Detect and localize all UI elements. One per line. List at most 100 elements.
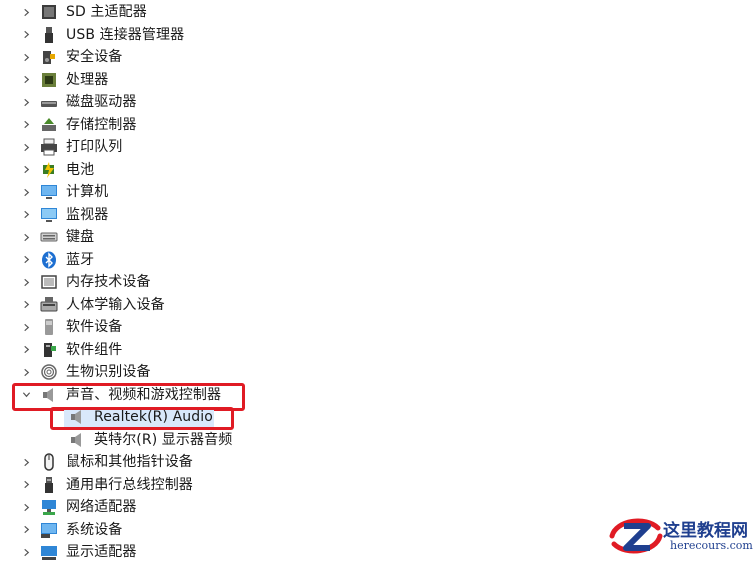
chevron-right-icon[interactable] xyxy=(20,294,32,316)
chevron-right-icon[interactable] xyxy=(20,46,32,68)
tree-item-label: 电池 xyxy=(66,161,95,178)
tree-item-label: 处理器 xyxy=(66,71,109,88)
tree-item-label: 显示适配器 xyxy=(66,544,137,560)
memory-icon xyxy=(40,273,58,291)
display-adapter-icon xyxy=(40,543,58,561)
storage-controller-icon xyxy=(40,116,58,134)
chevron-right-icon[interactable] xyxy=(20,24,32,46)
tree-item-label: 内存技术设备 xyxy=(66,274,151,290)
tree-item[interactable]: SD 主适配器 xyxy=(0,1,740,23)
tree-item-label: 人体学输入设备 xyxy=(66,296,165,313)
tree-item[interactable]: 软件组件 xyxy=(0,339,740,361)
chevron-right-icon[interactable] xyxy=(20,519,32,541)
tree-item-label: 英特尔(R) 显示器音频 xyxy=(94,431,233,448)
tree-item-label: 网络适配器 xyxy=(66,499,137,515)
watermark-subtitle: herecours.com xyxy=(670,539,753,552)
keyboard-icon xyxy=(40,228,58,246)
tree-item[interactable]: 存储控制器 xyxy=(0,114,740,136)
speaker-icon xyxy=(68,431,86,449)
speaker-icon xyxy=(40,386,58,404)
speaker-icon xyxy=(68,408,86,426)
tree-item-label: 键盘 xyxy=(66,229,95,245)
tree-item[interactable]: 人体学输入设备 xyxy=(0,294,740,316)
tree-item[interactable]: 键盘 xyxy=(0,226,740,248)
chevron-right-icon[interactable] xyxy=(20,316,32,338)
tree-item-label: 蓝牙 xyxy=(66,251,95,268)
tree-item[interactable]: 电池 xyxy=(0,159,740,181)
mouse-icon xyxy=(40,453,58,471)
tree-item-label: 鼠标和其他指针设备 xyxy=(66,454,193,470)
chevron-right-icon[interactable] xyxy=(20,496,32,518)
chevron-right-icon[interactable] xyxy=(20,271,32,293)
watermark-z-icon xyxy=(609,518,663,554)
tree-item-label: 软件组件 xyxy=(66,341,123,358)
tree-item[interactable]: 蓝牙 xyxy=(0,249,740,271)
hid-icon xyxy=(40,296,58,314)
tree-item[interactable]: 安全设备 xyxy=(0,46,740,68)
tree-item-label: 磁盘驱动器 xyxy=(66,94,137,110)
chevron-right-icon[interactable] xyxy=(20,339,32,361)
software-component-icon xyxy=(40,341,58,359)
tree-item[interactable]: USB 连接器管理器 xyxy=(0,24,740,46)
tree-item[interactable]: 处理器 xyxy=(0,69,740,91)
tree-item-label: 监视器 xyxy=(66,206,109,223)
chevron-right-icon[interactable] xyxy=(20,226,32,248)
chevron-right-icon[interactable] xyxy=(20,1,32,23)
printer-icon xyxy=(40,138,58,156)
chevron-right-icon[interactable] xyxy=(20,474,32,496)
usb-icon xyxy=(40,26,58,44)
tree-child-item[interactable]: 英特尔(R) 显示器音频 xyxy=(0,429,740,451)
tree-item[interactable]: 计算机 xyxy=(0,181,740,203)
bluetooth-icon xyxy=(40,251,58,269)
device-tree: SD 主适配器 USB 连接器管理器 安全设备处理器磁盘驱动器存储控制器打印队列电池… xyxy=(0,0,754,561)
tree-item[interactable]: 打印队列 xyxy=(0,136,740,158)
chevron-down-icon[interactable] xyxy=(20,384,32,406)
software-device-icon xyxy=(40,318,58,336)
system-device-icon xyxy=(40,521,58,539)
tree-item-label: 计算机 xyxy=(66,184,109,200)
chevron-right-icon[interactable] xyxy=(20,69,32,91)
security-key-icon xyxy=(40,48,58,66)
tree-item-label: USB 连接器管理器 xyxy=(66,26,185,43)
tree-item[interactable]: 软件设备 xyxy=(0,316,740,338)
chevron-right-icon[interactable] xyxy=(20,136,32,158)
disk-drive-icon xyxy=(40,93,58,111)
chevron-right-icon[interactable] xyxy=(20,114,32,136)
tree-item-label: 软件设备 xyxy=(66,319,123,335)
battery-icon xyxy=(40,161,58,179)
chevron-right-icon[interactable] xyxy=(20,541,32,563)
tree-item-label: 生物识别设备 xyxy=(66,364,151,380)
tree-item[interactable]: 磁盘驱动器 xyxy=(0,91,740,113)
chevron-right-icon[interactable] xyxy=(20,91,32,113)
tree-item-label: 通用串行总线控制器 xyxy=(66,476,193,493)
tree-item[interactable]: 监视器 xyxy=(0,204,740,226)
watermark-logo: 这里教程网 herecours.com xyxy=(606,514,754,558)
chevron-right-icon[interactable] xyxy=(20,204,32,226)
tree-item-label: 打印队列 xyxy=(66,139,123,155)
chevron-right-icon[interactable] xyxy=(20,361,32,383)
tree-item[interactable]: 声音、视频和游戏控制器 xyxy=(0,384,740,406)
tree-item-label: Realtek(R) Audio xyxy=(94,409,213,425)
tree-item[interactable]: 鼠标和其他指针设备 xyxy=(0,451,740,473)
sd-card-icon xyxy=(40,3,58,21)
tree-child-item[interactable]: Realtek(R) Audio xyxy=(0,406,740,428)
tree-item-label: 存储控制器 xyxy=(66,116,137,133)
tree-item-label: SD 主适配器 xyxy=(66,4,147,20)
tree-item-label: 声音、视频和游戏控制器 xyxy=(66,386,222,403)
computer-icon xyxy=(40,183,58,201)
chevron-right-icon[interactable] xyxy=(20,159,32,181)
chevron-right-icon[interactable] xyxy=(20,249,32,271)
tree-item-label: 安全设备 xyxy=(66,49,123,65)
usb-controller-icon xyxy=(40,476,58,494)
monitor-icon xyxy=(40,206,58,224)
chevron-right-icon[interactable] xyxy=(20,451,32,473)
tree-item[interactable]: 内存技术设备 xyxy=(0,271,740,293)
tree-item[interactable]: 通用串行总线控制器 xyxy=(0,474,740,496)
watermark-title: 这里教程网 xyxy=(663,521,748,541)
processor-icon xyxy=(40,71,58,89)
tree-item-label: 系统设备 xyxy=(66,521,123,538)
chevron-right-icon[interactable] xyxy=(20,181,32,203)
network-adapter-icon xyxy=(40,498,58,516)
tree-item[interactable]: 生物识别设备 xyxy=(0,361,740,383)
fingerprint-icon xyxy=(40,363,58,381)
